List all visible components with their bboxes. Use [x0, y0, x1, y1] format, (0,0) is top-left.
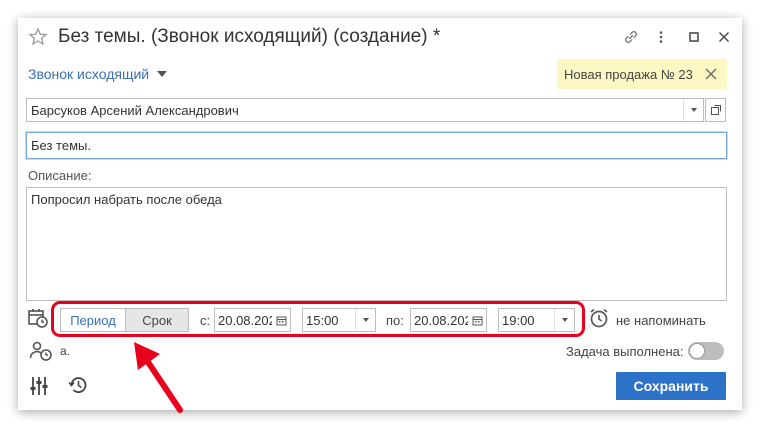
more-vertical-icon[interactable] [652, 28, 670, 46]
period-mode-switch[interactable]: Период Срок [60, 308, 189, 332]
close-icon[interactable] [715, 28, 733, 46]
close-icon[interactable] [703, 66, 719, 82]
from-time-field[interactable]: 15:00 [302, 308, 376, 332]
to-label: по: [386, 313, 404, 328]
sale-badge[interactable]: Новая продажа № 23 [557, 59, 727, 89]
to-date-field[interactable]: 20.08.2020 [410, 308, 487, 332]
subject-input[interactable]: Без темы. [26, 132, 727, 159]
from-date-field[interactable]: 20.08.2020 [214, 308, 291, 332]
annotation-arrow [134, 342, 183, 413]
task-done-toggle[interactable] [688, 342, 724, 360]
assignee-value[interactable]: а. [60, 344, 70, 358]
interaction-type-dropdown[interactable]: Звонок исходящий [28, 66, 168, 82]
contact-value: Барсуков Арсений Александрович [31, 103, 239, 118]
interaction-type-label: Звонок исходящий [28, 66, 150, 82]
to-time-dropdown[interactable] [554, 309, 574, 331]
reminder-label[interactable]: не напоминать [616, 313, 706, 328]
segment-deadline[interactable]: Срок [125, 309, 188, 331]
calendar-icon[interactable] [272, 309, 290, 331]
task-window: Без темы. (Звонок исходящий) (создание) … [18, 18, 742, 410]
chevron-down-icon [690, 108, 697, 112]
window-title: Без темы. (Звонок исходящий) (создание) … [58, 26, 441, 47]
alarm-clock-icon[interactable] [588, 307, 610, 329]
contact-field[interactable]: Барсуков Арсений Александрович [26, 98, 704, 122]
link-icon[interactable] [622, 28, 640, 46]
description-value: Попросил набрать после обеда [31, 192, 222, 207]
sale-badge-label: Новая продажа № 23 [564, 66, 693, 82]
toggle-knob [689, 343, 705, 359]
title-bar: Без темы. (Звонок исходящий) (создание) … [18, 18, 742, 58]
description-label: Описание: [28, 168, 92, 183]
to-time-field[interactable]: 19:00 [498, 308, 575, 332]
user-clock-icon [29, 340, 53, 362]
task-done-label: Задача выполнена: [566, 344, 684, 359]
contact-dropdown-button[interactable] [683, 99, 703, 121]
calendar-icon[interactable] [468, 309, 486, 331]
star-icon[interactable] [28, 27, 48, 47]
open-window-icon [710, 105, 721, 115]
save-button[interactable]: Сохранить [616, 372, 726, 400]
subject-value: Без темы. [31, 138, 91, 153]
open-contact-button[interactable] [705, 98, 726, 122]
history-icon[interactable] [67, 374, 89, 396]
to-date-value: 20.08.2020 [414, 313, 468, 328]
chevron-down-icon [362, 318, 369, 322]
chevron-down-icon [561, 318, 568, 322]
segment-period[interactable]: Период [61, 309, 125, 331]
to-time-value: 19:00 [502, 313, 535, 328]
sliders-icon[interactable] [29, 375, 49, 397]
description-textarea[interactable]: Попросил набрать после обеда [26, 187, 727, 301]
chevron-down-icon [157, 71, 168, 77]
maximize-icon[interactable] [685, 28, 703, 46]
from-date-value: 20.08.2020 [218, 313, 272, 328]
calendar-clock-icon [27, 307, 49, 329]
from-time-value: 15:00 [306, 313, 339, 328]
from-time-dropdown[interactable] [355, 309, 375, 331]
from-label: с: [200, 313, 211, 328]
